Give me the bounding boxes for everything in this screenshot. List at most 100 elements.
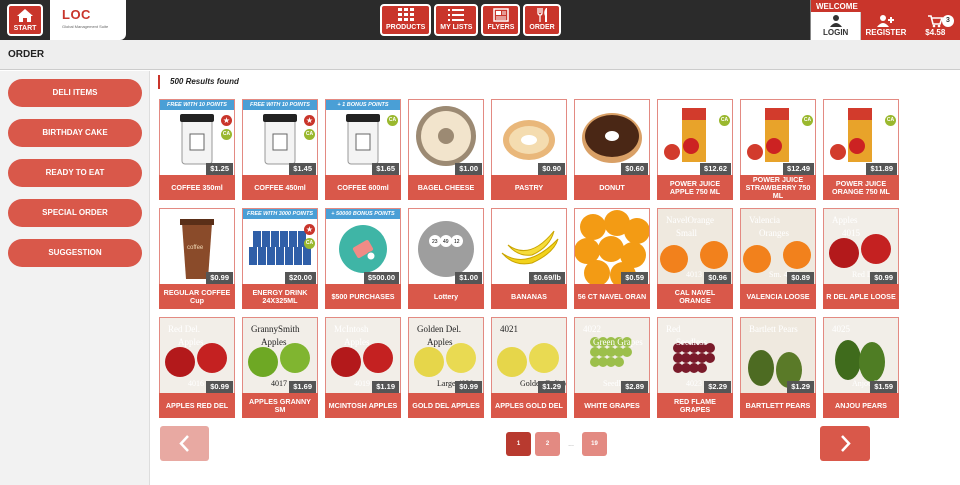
product-name: ENERGY DRINK 24X325ML [242,284,318,309]
pagination: 1 2... 19 [506,432,607,456]
product-name: Lottery [408,284,484,309]
cart-button[interactable]: $4.58 3 [910,12,960,40]
price-tag: $12.49 [783,163,814,175]
product-card[interactable]: 23 49 12 $1.00 Lottery [408,208,484,309]
page-button-19[interactable]: 19 [582,432,607,456]
product-card[interactable]: Red Del. Apples 4016 $0.99 APPLES RED DEL [159,317,235,418]
next-page-button[interactable] [820,426,870,461]
price-tag: $0.99 [206,381,233,393]
sidebar-item-birthday-cake[interactable]: BIRTHDAY CAKE [8,119,142,147]
ca-badge: CA [885,115,896,126]
nav-order-button[interactable]: ORDER [523,4,561,36]
svg-text:Apples: Apples [344,337,370,347]
product-card[interactable]: $0.60 DONUT [574,99,650,200]
svg-text:Green Grapes: Green Grapes [593,337,643,347]
product-card[interactable]: + 50000 BONUS POINTS $500.00 $500 PURCHASE… [325,208,401,309]
ca-badge: CA [802,115,813,126]
price-tag: $1.19 [372,381,399,393]
product-name: PASTRY [491,175,567,200]
nav-label: FLYERS [487,24,515,31]
price-tag: $2.89 [621,381,648,393]
sidebar-item-ready-to-eat[interactable]: READY TO EAT [8,159,142,187]
list-icon [440,6,472,23]
nav-flyers-button[interactable]: FLYERS [481,4,521,36]
product-card[interactable]: $0.69/lb BANANAS [491,208,567,309]
product-card[interactable]: McIntosh Apples 4019 $1.19 MCINTOSH APPLES [325,317,401,418]
logo: LOC Global Management Suite [50,0,126,40]
product-name: CAL NAVEL ORANGE [657,284,733,309]
product-card[interactable]: CA $12.62 POWER JUICE APPLE 750 ML [657,99,733,200]
svg-text:12: 12 [454,239,460,245]
title-bar: ORDER [0,40,960,70]
product-card[interactable]: NavelOrange Small 4013 $0.96 CAL NAVEL ORA… [657,208,733,309]
product-card[interactable]: coffee $0.99 REGULAR COFFEE Cup [159,208,235,309]
price-tag: $11.89 [866,163,897,175]
price-tag: $1.00 [455,272,482,284]
price-tag: $0.69/lb [529,272,565,284]
price-tag: $0.59 [621,272,648,284]
svg-text:coffee: coffee [187,245,204,251]
product-card[interactable]: Valencia Oranges Sm. 4014 $0.89 VALENCIA L… [740,208,816,309]
product-card[interactable]: Golden Del. Apples Large 4020$0.99GOLD D… [408,317,484,418]
product-card[interactable]: $1.00 BAGEL CHEESE [408,99,484,200]
product-card[interactable]: Bartlett Pears $1.29 BARTLETT PEARS [740,317,816,418]
svg-text:Red: Red [666,324,681,334]
price-tag: $12.62 [700,163,731,175]
svg-text:4013: 4013 [686,270,702,279]
product-card[interactable]: + 1 BONUS POINTS CA $1.65 COFFEE 600ml [325,99,401,200]
prev-page-button[interactable] [160,426,209,461]
product-card[interactable]: $0.59 56 CT NAVEL ORAN [574,208,650,309]
nav-my-lists-button[interactable]: MY LISTS [434,4,479,36]
price-tag: $0.99 [206,272,233,284]
logo-tagline: Global Management Suite [62,24,109,29]
promo-banner: + 50000 BONUS POINTS [326,209,400,219]
svg-text:Red Del.: Red Del. [168,324,200,334]
star-icon: ★ [304,224,315,235]
results-count: 500 Results found [158,75,239,89]
price-tag: $1.65 [372,163,399,175]
product-card[interactable]: $0.90 PASTRY [491,99,567,200]
product-name: APPLES GRANNY SM [242,393,318,418]
page-button-2[interactable]: 2 [535,432,560,456]
price-tag: $1.25 [206,163,233,175]
svg-text:Small: Small [676,228,698,238]
logo-wordmark: LOC [62,7,91,22]
product-card[interactable]: 4022 Green Grapes Seedless $2.89 WHITE GRA… [574,317,650,418]
nav-products-button[interactable]: PRODUCTS [380,4,432,36]
chevron-right-icon [841,435,851,452]
promo-banner: FREE WITH 10 POINTS [243,100,317,110]
price-tag: $2.29 [704,381,731,393]
login-button[interactable]: LOGIN [811,12,862,40]
product-card[interactable]: CA $12.49 POWER JUICE STRAWBERRY 750 ML [740,99,816,200]
product-card[interactable]: Apples 4015 Red Deli $0.99 R DEL APLE LOOS… [823,208,899,309]
svg-text:Apples: Apples [832,215,858,225]
add-user-icon [861,12,910,28]
product-card[interactable]: 4025 Anjou Pears$1.59ANJOU PEARS [823,317,899,418]
product-card[interactable]: 4021 Golden Delicious$1.29APPLES GOLD DE… [491,317,567,418]
product-card[interactable]: FREE WITH 3000 POINTS ★ CA $20.00 ENERGY DRI… [242,208,318,309]
sidebar-item-deli-items[interactable]: DELI ITEMS [8,79,142,107]
start-button[interactable]: START [7,4,43,36]
svg-text:49: 49 [443,239,449,245]
product-name: APPLES RED DEL [159,393,235,418]
user-icon [811,12,860,28]
product-card[interactable]: GrannySmith Apples 4017 $1.69 APPLES GRANN… [242,317,318,418]
sidebar-item-special-order[interactable]: SPECIAL ORDER [8,199,142,227]
page-button-1[interactable]: 1 [506,432,531,456]
product-card[interactable]: FREE WITH 10 POINTS ★ CA $1.45 COFFEE 450ml [242,99,318,200]
svg-text:Apples: Apples [261,337,287,347]
price-tag: $1.29 [787,381,814,393]
svg-text:23: 23 [432,239,438,245]
top-bar: START LOC Global Management Suite PRODUC… [0,0,960,40]
svg-text:Bartlett Pears: Bartlett Pears [749,324,798,334]
page-title: ORDER [8,49,45,60]
svg-text:Oranges: Oranges [759,228,789,238]
register-button[interactable]: REGISTER [861,12,911,40]
product-name: 56 CT NAVEL ORAN [574,284,650,309]
sidebar-item-suggestion[interactable]: SUGGESTION [8,239,142,267]
product-card[interactable]: CA $11.89 POWER JUICE ORANGE 750 ML [823,99,899,200]
product-card[interactable]: Red Seedless 4023 $2.29 RED FLAME GRAPES [657,317,733,418]
svg-text:4021: 4021 [500,324,518,334]
nav-label: ORDER [529,24,555,31]
product-card[interactable]: FREE WITH 10 POINTS ★ CA $1.25 COFFEE 350ml [159,99,235,200]
